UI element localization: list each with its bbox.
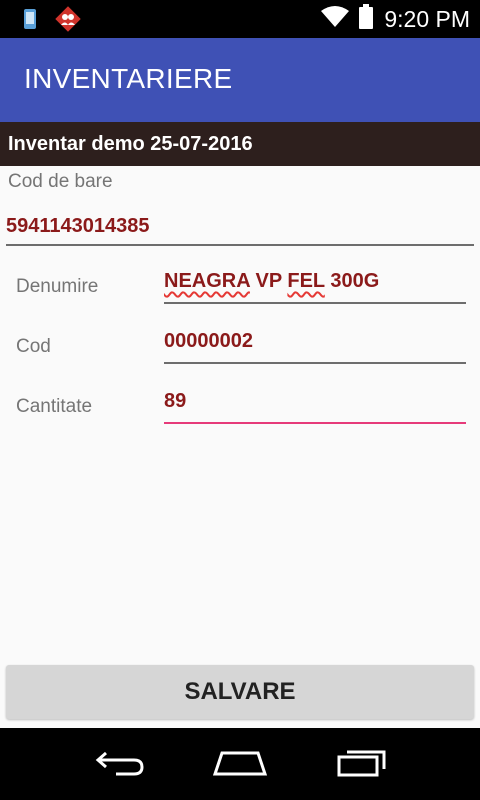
navigation-bar — [0, 728, 480, 800]
denumire-label: Denumire — [16, 276, 99, 297]
status-time: 9:20 PM — [384, 5, 470, 32]
inventory-header: Inventar demo 25-07-2016 — [0, 122, 480, 166]
phone-notification-icon — [22, 7, 38, 36]
cod-value: 00000002 — [164, 330, 253, 352]
recents-button[interactable] — [322, 728, 402, 800]
cod-label: Cod — [16, 336, 51, 357]
back-button[interactable] — [80, 728, 160, 800]
save-button[interactable]: SALVARE — [6, 665, 474, 719]
app-notification-icon — [54, 5, 82, 38]
home-icon — [212, 747, 268, 782]
battery-icon — [358, 3, 374, 35]
wifi-icon — [320, 5, 350, 34]
status-icons: 9:20 PM — [320, 0, 470, 38]
denumire-field[interactable]: NEAGRA VP FEL 300G — [164, 268, 466, 304]
app-bar: INVENTARIERE — [0, 38, 480, 122]
inventory-title: Inventar demo 25-07-2016 — [8, 133, 253, 155]
back-icon — [94, 747, 146, 782]
barcode-input[interactable] — [6, 208, 474, 246]
status-bar: 9:20 PM — [0, 0, 480, 38]
barcode-label: Cod de bare — [8, 171, 113, 192]
cantitate-field[interactable]: 89 — [164, 388, 466, 424]
denumire-value: NEAGRA VP FEL 300G — [164, 270, 380, 292]
cantitate-value: 89 — [164, 390, 187, 412]
home-button[interactable] — [200, 728, 280, 800]
cantitate-label: Cantitate — [16, 396, 93, 417]
app-title: INVENTARIERE — [24, 63, 233, 94]
recents-icon — [336, 747, 388, 782]
cod-field[interactable]: 00000002 — [164, 328, 466, 364]
notification-icons — [22, 5, 82, 38]
